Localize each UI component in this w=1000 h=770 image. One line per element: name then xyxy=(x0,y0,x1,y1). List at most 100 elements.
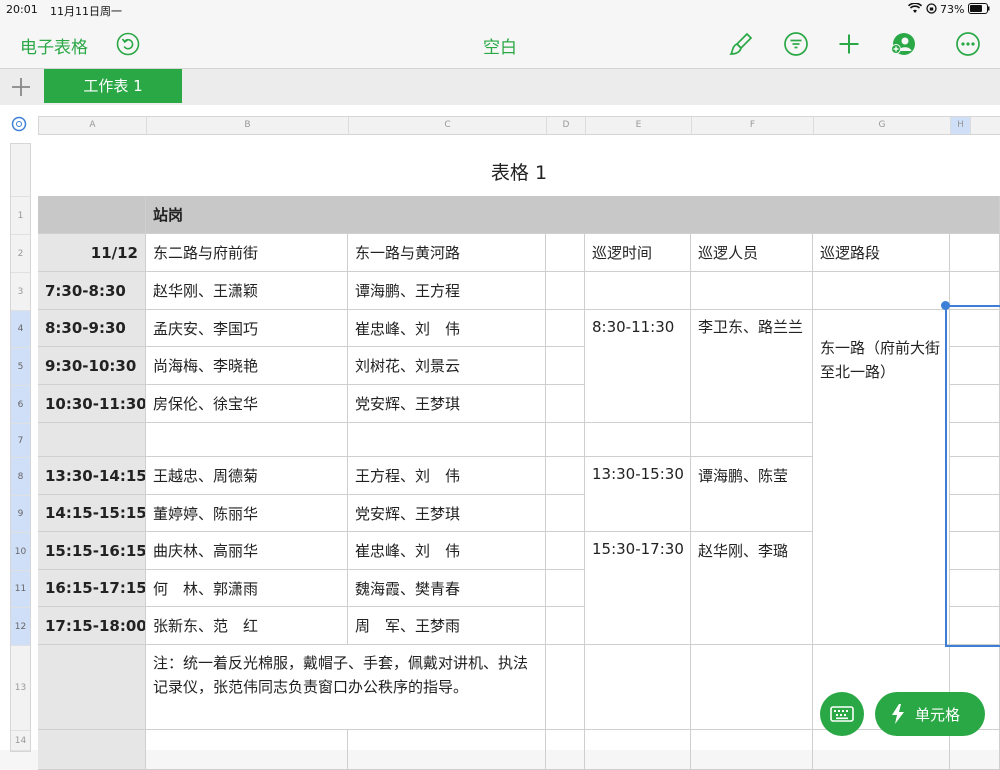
table-cell[interactable] xyxy=(546,347,585,385)
post2-staff-cell[interactable]: 王方程、刘 伟 xyxy=(348,457,546,495)
row-header-8[interactable]: 8 xyxy=(11,458,30,496)
time-slot-cell[interactable]: 17:15-18:00 xyxy=(38,607,146,645)
post2-staff-cell[interactable] xyxy=(348,423,546,457)
time-slot-cell[interactable]: 14:15-15:15 xyxy=(38,495,146,532)
column-header-B[interactable]: B xyxy=(147,117,349,134)
post2-staff-cell[interactable]: 崔忠峰、刘 伟 xyxy=(348,310,546,347)
row-header-13[interactable]: 13 xyxy=(11,646,30,731)
time-slot-cell[interactable]: 8:30-9:30 xyxy=(38,310,146,347)
post1-staff-cell[interactable]: 张新东、范 红 xyxy=(146,607,348,645)
time-slot-cell[interactable]: 7:30-8:30 xyxy=(38,272,146,310)
patrol-time-header-cell[interactable]: 巡逻时间 xyxy=(585,234,691,272)
table-cell[interactable] xyxy=(691,272,813,310)
column-header-E[interactable]: E xyxy=(586,117,692,134)
table-cell[interactable] xyxy=(546,607,585,645)
date-cell[interactable]: 11/12 xyxy=(38,234,146,272)
keyboard-button[interactable] xyxy=(820,692,864,736)
table-cell[interactable] xyxy=(546,272,585,310)
column-header-G[interactable]: G xyxy=(814,117,951,134)
table-cell[interactable] xyxy=(585,423,691,457)
post1-staff-cell[interactable]: 董婷婷、陈丽华 xyxy=(146,495,348,532)
table-cell[interactable] xyxy=(546,385,585,423)
spreadsheets-back-button[interactable]: 电子表格 xyxy=(20,33,88,58)
table-cell[interactable] xyxy=(585,645,691,730)
collaborate-icon[interactable] xyxy=(890,31,916,57)
row-header-14[interactable]: 14 xyxy=(11,731,30,751)
patrol1-staff-cell[interactable]: 李卫东、路兰兰 xyxy=(691,310,813,423)
patrol-route-header-cell[interactable]: 巡逻路段 xyxy=(813,234,950,272)
patrol-route-cell[interactable]: 东一路（府前大街至北一路） xyxy=(813,310,950,645)
time-slot-cell[interactable]: 13:30-14:15 xyxy=(38,457,146,495)
row-header-4[interactable]: 4 xyxy=(11,311,30,348)
note-label-cell[interactable] xyxy=(38,645,146,730)
table-cell[interactable] xyxy=(546,310,585,347)
post2-header-cell[interactable]: 东一路与黄河路 xyxy=(348,234,546,272)
table-cell[interactable] xyxy=(813,272,950,310)
time-slot-cell[interactable] xyxy=(38,423,146,457)
row-header-2[interactable]: 2 xyxy=(11,235,30,273)
sort-filter-icon[interactable] xyxy=(783,31,809,57)
time-slot-cell[interactable]: 10:30-11:30 xyxy=(38,385,146,423)
cell-format-button[interactable]: 单元格 xyxy=(875,692,985,736)
selected-cell-outline[interactable] xyxy=(945,305,1000,647)
table-cell[interactable] xyxy=(546,495,585,532)
table-cell[interactable] xyxy=(348,730,546,770)
table-cell[interactable] xyxy=(546,423,585,457)
table-title[interactable]: 表格 1 xyxy=(38,158,1000,185)
table-cell[interactable] xyxy=(691,423,813,457)
post1-staff-cell[interactable]: 何 林、郭潇雨 xyxy=(146,570,348,607)
patrol2-staff-cell[interactable]: 谭海鹏、陈莹 xyxy=(691,457,813,532)
table-cell[interactable] xyxy=(950,234,1000,272)
post2-staff-cell[interactable]: 党安辉、王梦琪 xyxy=(348,385,546,423)
column-header-D[interactable]: D xyxy=(547,117,586,134)
post2-staff-cell[interactable]: 谭海鹏、王方程 xyxy=(348,272,546,310)
row-header-1[interactable]: 1 xyxy=(11,197,30,235)
table-cell[interactable] xyxy=(691,645,813,730)
post1-staff-cell[interactable]: 王越忠、周德菊 xyxy=(146,457,348,495)
column-header-F[interactable]: F xyxy=(692,117,814,134)
table-cell[interactable] xyxy=(546,730,585,770)
table-cell[interactable] xyxy=(146,730,348,770)
time-slot-cell[interactable]: 9:30-10:30 xyxy=(38,347,146,385)
patrol3-time-cell[interactable]: 15:30-17:30 xyxy=(585,532,691,645)
table-cell[interactable] xyxy=(38,730,146,770)
table-cell[interactable] xyxy=(585,272,691,310)
patrol3-staff-cell[interactable]: 赵华刚、李璐 xyxy=(691,532,813,645)
row-header-bar[interactable]: 1 2 3 4 5 6 7 8 9 10 11 12 13 14 xyxy=(10,143,31,752)
note-cell[interactable]: 注：统一着反光棉服，戴帽子、手套，佩戴对讲机、执法记录仪，张范伟同志负责窗口办公… xyxy=(146,645,546,730)
row-header-5[interactable]: 5 xyxy=(11,348,30,386)
column-header-C[interactable]: C xyxy=(349,117,547,134)
selection-handle[interactable] xyxy=(941,301,950,310)
post2-staff-cell[interactable]: 崔忠峰、刘 伟 xyxy=(348,532,546,570)
column-header-A[interactable]: A xyxy=(39,117,147,134)
column-header-H[interactable]: H xyxy=(951,117,971,134)
table-cell[interactable] xyxy=(813,730,950,770)
row-header-12[interactable]: 12 xyxy=(11,608,30,646)
table-cell[interactable] xyxy=(546,457,585,495)
row-header-3[interactable]: 3 xyxy=(11,273,30,311)
patrol1-time-cell[interactable]: 8:30-11:30 xyxy=(585,310,691,423)
more-icon[interactable] xyxy=(955,31,981,57)
add-sheet-plus-icon[interactable] xyxy=(8,74,34,100)
table-cell[interactable] xyxy=(546,234,585,272)
table-cell[interactable] xyxy=(546,532,585,570)
patrol2-time-cell[interactable]: 13:30-15:30 xyxy=(585,457,691,532)
header-station-cell[interactable]: 站岗 xyxy=(146,196,1000,234)
row-header-11[interactable]: 11 xyxy=(11,571,30,608)
column-header-bar[interactable]: ABCDEFGH xyxy=(38,116,1000,135)
paintbrush-icon[interactable] xyxy=(728,31,754,57)
post1-staff-cell[interactable]: 曲庆林、高丽华 xyxy=(146,532,348,570)
patrol-staff-header-cell[interactable]: 巡逻人员 xyxy=(691,234,813,272)
post2-staff-cell[interactable]: 魏海霞、樊青春 xyxy=(348,570,546,607)
plus-icon[interactable] xyxy=(836,31,862,57)
time-slot-cell[interactable]: 16:15-17:15 xyxy=(38,570,146,607)
post1-staff-cell[interactable]: 尚海梅、李晓艳 xyxy=(146,347,348,385)
post1-staff-cell[interactable]: 孟庆安、李国巧 xyxy=(146,310,348,347)
post2-staff-cell[interactable]: 刘树花、刘景云 xyxy=(348,347,546,385)
table-cell[interactable] xyxy=(950,730,1000,770)
table-cell[interactable] xyxy=(546,570,585,607)
table-cell[interactable] xyxy=(546,645,585,730)
select-table-circle-icon[interactable] xyxy=(11,116,27,132)
table-cell[interactable] xyxy=(585,730,691,770)
post1-staff-cell[interactable] xyxy=(146,423,348,457)
